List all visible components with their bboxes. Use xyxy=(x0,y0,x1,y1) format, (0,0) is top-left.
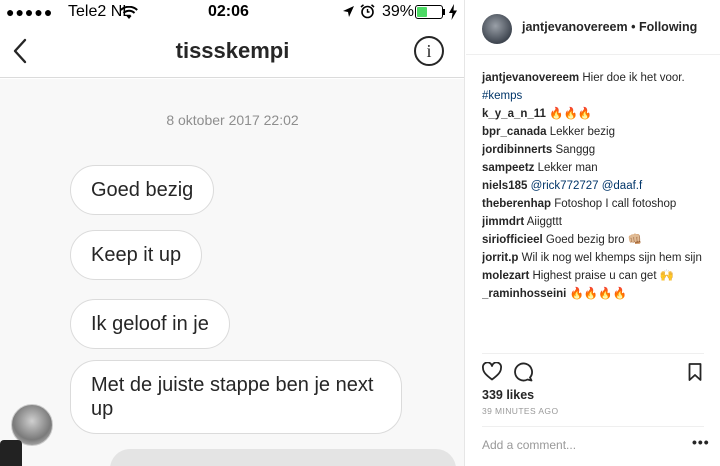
heart-icon[interactable] xyxy=(482,362,502,381)
message-bubble[interactable]: Met de juiste stappe ben je next up xyxy=(70,360,402,434)
comment-row: siriofficieel Goed bezig bro 👊🏼 xyxy=(482,231,718,249)
wifi-icon xyxy=(120,6,138,19)
comment-text: @rick772727 @daaf.f xyxy=(530,180,643,192)
clock: 02:06 xyxy=(208,3,249,20)
caption-text: Hier doe ik het voor. xyxy=(582,72,685,84)
post-header: jantjevanovereem • Following xyxy=(466,0,720,55)
comment-username[interactable]: niels185 xyxy=(482,180,527,192)
dm-screenshot: ●●●●● Tele2 NL 02:06 39% tissskempi i 8 … xyxy=(0,0,465,466)
conversation-title: tissskempi xyxy=(175,38,290,63)
signal-strength: ●●●●● xyxy=(6,4,54,20)
comment-row: _raminhosseini 🔥🔥🔥🔥 xyxy=(482,285,718,303)
status-bar: ●●●●● Tele2 NL 02:06 39% xyxy=(0,0,464,26)
comment-text: Aiiggttt xyxy=(526,216,562,228)
comment-username[interactable]: theberenhap xyxy=(482,198,551,210)
message-bubble[interactable]: Keep it up xyxy=(70,230,203,280)
comment-username[interactable]: sampeetz xyxy=(482,162,534,174)
post-caption: jantjevanovereem Hier doe ik het voor. #… xyxy=(482,69,718,105)
follow-status-button[interactable]: Following xyxy=(639,20,697,34)
dm-header: tissskempi i xyxy=(0,26,464,78)
comment-icon[interactable] xyxy=(513,362,533,382)
comment-text: Sanggg xyxy=(555,144,596,156)
comment-text: 🔥🔥🔥🔥 xyxy=(569,288,627,300)
comment-row: jorrit.p Wil ik nog wel khemps sijn hem … xyxy=(482,249,718,267)
post-time: 39 MINUTES AGO xyxy=(482,406,559,416)
message-thread: 8 oktober 2017 22:02 Goed bezig Keep it … xyxy=(0,79,464,466)
battery-percent: 39% xyxy=(382,3,415,20)
info-icon[interactable]: i xyxy=(414,36,444,66)
charging-bolt-icon xyxy=(449,4,457,20)
comment-username[interactable]: jimmdrt xyxy=(482,216,524,228)
alarm-clock-icon xyxy=(360,4,375,19)
divider xyxy=(482,353,704,354)
author-username[interactable]: jantjevanovereem xyxy=(522,20,628,34)
author-line: jantjevanovereem • Following xyxy=(522,20,697,34)
comment-text: Goed bezig bro 👊🏼 xyxy=(545,234,643,246)
battery-tip xyxy=(443,9,445,15)
comment-text: Fotoshop I call fotoshop xyxy=(554,198,677,210)
more-options-icon[interactable]: ••• xyxy=(692,434,710,450)
comments-list: jantjevanovereem Hier doe ik het voor. #… xyxy=(482,69,718,303)
comment-row: theberenhap Fotoshop I call fotoshop xyxy=(482,195,718,213)
author-avatar[interactable] xyxy=(482,14,512,44)
caption-username[interactable]: jantjevanovereem xyxy=(482,72,579,84)
add-comment-input[interactable]: Add a comment... xyxy=(482,438,576,452)
comment-text: 🔥🔥🔥 xyxy=(549,108,593,120)
location-arrow-icon xyxy=(343,6,354,17)
comment-row: jimmdrt Aiiggttt xyxy=(482,213,718,231)
message-bubble[interactable]: Goed bezig xyxy=(70,165,215,215)
profile-icon xyxy=(0,440,22,466)
like-count[interactable]: 339 likes xyxy=(482,388,534,402)
comment-username[interactable]: jorrit.p xyxy=(482,252,518,264)
comment-username[interactable]: molezart xyxy=(482,270,529,282)
message-input[interactable] xyxy=(110,449,456,466)
comment-text: Highest praise u can get 🙌 xyxy=(532,270,675,282)
comment-text: Lekker man xyxy=(537,162,598,174)
comment-username[interactable]: k_y_a_n_11 xyxy=(482,108,546,120)
header-separator: • xyxy=(631,20,636,34)
message-timestamp: 8 oktober 2017 22:02 xyxy=(166,112,299,128)
comment-row: k_y_a_n_11 🔥🔥🔥 xyxy=(482,105,718,123)
instagram-post-panel: jantjevanovereem • Following jantjevanov… xyxy=(466,0,720,466)
battery-level xyxy=(417,7,428,17)
message-bubble[interactable]: Ik geloof in je xyxy=(70,299,230,349)
comment-text: Lekker bezig xyxy=(549,126,615,138)
comment-row: molezart Highest praise u can get 🙌 xyxy=(482,267,718,285)
comment-username[interactable]: siriofficieel xyxy=(482,234,543,246)
comment-text: Wil ik nog wel khemps sijn hem sijn xyxy=(521,252,702,264)
divider xyxy=(482,426,704,427)
bookmark-icon[interactable] xyxy=(688,363,702,381)
comment-row: niels185 @rick772727 @daaf.f xyxy=(482,177,718,195)
comment-row: sampeetz Lekker man xyxy=(482,159,718,177)
comment-row: jordibinnerts Sanggg xyxy=(482,141,718,159)
comment-row: bpr_canada Lekker bezig xyxy=(482,123,718,141)
caption-hashtag[interactable]: #kemps xyxy=(482,87,718,105)
battery-icon xyxy=(415,5,443,19)
comment-username[interactable]: jordibinnerts xyxy=(482,144,552,156)
comment-username[interactable]: _raminhosseini xyxy=(482,288,566,300)
comment-username[interactable]: bpr_canada xyxy=(482,126,547,138)
